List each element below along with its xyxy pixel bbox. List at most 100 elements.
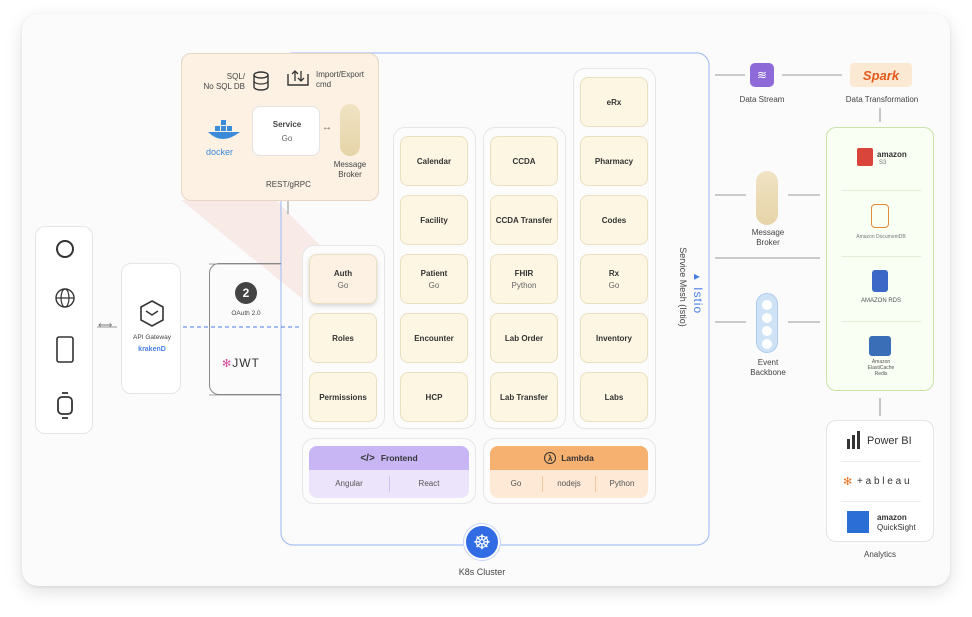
message-broker-label: Message Broker [751,228,785,247]
frontend-item: React [418,479,440,488]
lambda-item: Python [609,479,635,488]
service-pharmacy[interactable]: Pharmacy [580,136,648,186]
service-permissions[interactable]: Permissions [309,372,377,422]
documentdb-label: Amazon DocumentDB [856,234,906,240]
rds-icon [872,270,888,292]
service-fhir[interactable]: FHIR Python [490,254,558,304]
krakend-logo: krakenD [138,346,166,353]
message-broker-icon [340,104,360,156]
lambda-icon: λ [544,452,557,464]
divider [841,256,921,257]
lambda-title: Lambda [561,453,594,463]
istio-logo: ▲ Istio [691,263,705,323]
service-sub: Go [428,280,440,290]
service-title: Service [272,120,302,129]
docker-label: docker [206,147,234,157]
database-icon [253,71,269,91]
service-title: Patient [420,268,448,278]
quicksight-label: QuickSight [877,523,916,532]
rest-label: REST/gRPC [266,180,311,189]
event-backbone-label: Event Backbone [750,358,786,377]
frontend-panel: </> Frontend Angular React [309,446,469,498]
data-stream-label: Data Stream [739,95,785,104]
s3-icon [857,148,873,166]
service-auth[interactable]: Auth Go [309,254,377,304]
api-gateway-icon [140,300,164,327]
service-sub: Python [511,280,537,290]
spark-logo: Spark [850,63,912,87]
service-ccda[interactable]: CCDA [490,136,558,186]
tableau-label: + a b l e a u [857,476,910,487]
service-facility[interactable]: Facility [400,195,468,245]
service-title: Codes [601,215,627,225]
service-title: Inventory [595,333,632,343]
globe-icon [55,288,75,308]
service-rx[interactable]: Rx Go [580,254,648,304]
clients-panel [35,226,93,434]
service-codes[interactable]: Codes [580,195,648,245]
service-hcp[interactable]: HCP [400,372,468,422]
service-roles[interactable]: Roles [309,313,377,363]
frontend-title: Frontend [380,453,418,463]
service-inventory[interactable]: Inventory [580,313,648,363]
istio-icon: ▲ [691,271,702,283]
data-transformation-label: Data Transformation [845,95,919,104]
service-sub: Go [608,280,620,290]
tableau-icon: ✻ [843,476,853,488]
service-title: Encounter [414,333,454,343]
service-title: Auth [333,268,353,278]
oauth-icon: 2 [235,282,257,304]
jwt-logo: ✻JWT [222,356,260,370]
lambda-header: λ Lambda [490,446,648,470]
service-title: FHIR [514,268,534,278]
analytics-panel: Power BI ✻ + a b l e a u amazon QuickSig… [826,420,934,542]
service-title: HCP [425,392,443,402]
service-labs[interactable]: Labs [580,372,648,422]
zoom-broker-label: Message Broker [333,160,367,179]
s3-brand: amazon [877,150,907,159]
elasticache-label: Amazon ElastiCache Redis [867,359,895,377]
service-encounter[interactable]: Encounter [400,313,468,363]
service-title: Calendar [416,156,452,166]
rds-label: AMAZON RDS [860,298,901,304]
lambda-item: Go [510,479,522,488]
code-icon: </> [360,452,375,464]
k8s-label: K8s Cluster [458,567,506,577]
clients-icons [55,240,75,419]
oauth-label: OAuth 2.0 [231,310,261,317]
service-calendar[interactable]: Calendar [400,136,468,186]
service-lab-transfer[interactable]: Lab Transfer [490,372,558,422]
quicksight-icon [847,511,869,533]
lambda-item: nodejs [557,479,581,488]
jwt-icon: ✻ [222,358,233,370]
storage-panel: amazon S3 Amazon DocumentDB AMAZON RDS A… [826,127,934,391]
divider [841,461,921,462]
jwt-label: JWT [232,356,260,370]
documentdb-icon [871,204,889,228]
service-sub: Go [281,134,293,143]
import-export-label: Import/Export cmd [316,70,365,89]
service-title: Permissions [319,392,367,402]
service-mesh-label: Service Mesh (Istio) [678,247,688,327]
service-title: Lab Transfer [499,392,548,402]
api-gateway-panel: API Gateway krakenD [121,263,181,394]
lambda-panel: λ Lambda Go nodejs Python [490,446,648,498]
quicksight-brand: amazon [877,513,907,522]
service-erx[interactable]: eRx [580,77,648,127]
tablet-icon [56,336,74,363]
analytics-label: Analytics [863,550,896,559]
service-ccda-transfer[interactable]: CCDA Transfer [490,195,558,245]
alexa-icon [56,240,74,258]
service-lab-order[interactable]: Lab Order [490,313,558,363]
auth-provider-panel: 2 OAuth 2.0 ✻JWT [209,263,281,395]
kubernetes-icon: ☸ [464,524,500,560]
service-title: Pharmacy [594,156,634,166]
import-export-icon [287,70,309,86]
divider [841,190,921,191]
service-patient[interactable]: Patient Go [400,254,468,304]
api-gateway-label: API Gateway [133,334,171,341]
bidirectional-arrow: ⟷ [98,320,113,331]
service-title: Labs [604,392,624,402]
service-title: Roles [332,333,354,343]
zoom-panel: SQL/ No SQL DB Import/Export cmd docker … [181,53,379,201]
